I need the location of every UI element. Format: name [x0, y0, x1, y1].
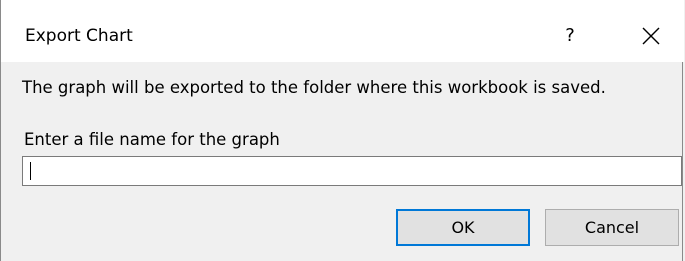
text-caret: [30, 162, 31, 180]
dialog-titlebar: Export Chart ?: [1, 0, 684, 62]
export-chart-dialog: Export Chart ? The graph will be exporte…: [0, 0, 684, 261]
help-button[interactable]: ?: [547, 22, 593, 50]
close-icon: [642, 27, 660, 45]
cancel-button[interactable]: Cancel: [545, 209, 679, 246]
ok-button[interactable]: OK: [396, 209, 530, 246]
export-message: The graph will be exported to the folder…: [22, 78, 606, 97]
filename-input[interactable]: [22, 156, 682, 186]
dialog-title: Export Chart: [25, 26, 133, 46]
close-button[interactable]: [623, 18, 679, 52]
filename-label: Enter a file name for the graph: [24, 130, 280, 149]
